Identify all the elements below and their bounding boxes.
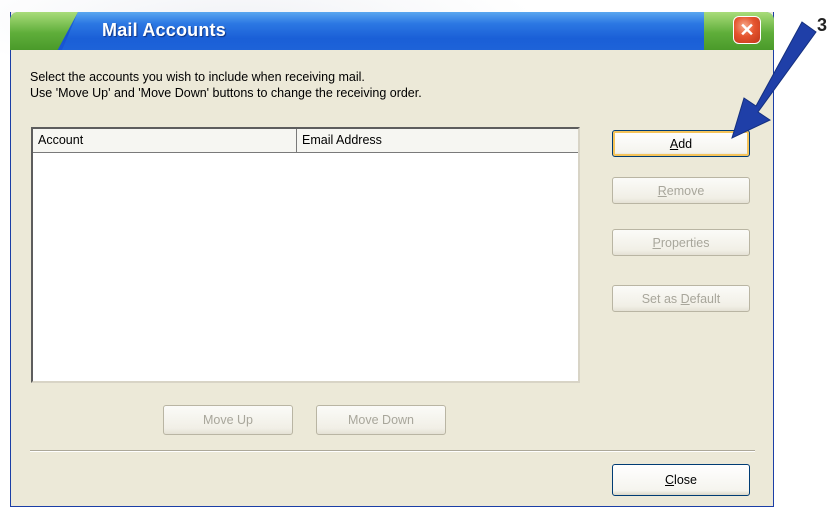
accounts-list-header: Account Email Address xyxy=(33,129,578,153)
remove-button-label-rest: emove xyxy=(666,183,705,198)
title-bar[interactable]: Mail Accounts xyxy=(10,12,774,50)
set-as-default-button[interactable]: Set as Default xyxy=(612,285,750,312)
properties-button[interactable]: Properties xyxy=(612,229,750,256)
close-button[interactable]: Close xyxy=(612,464,750,496)
move-down-button[interactable]: Move Down xyxy=(316,405,446,435)
window-title: Mail Accounts xyxy=(102,20,226,40)
add-button-mnemonic: A xyxy=(669,136,679,151)
move-up-button[interactable]: Move Up xyxy=(163,405,293,435)
column-header-email-address[interactable]: Email Address xyxy=(297,129,578,153)
close-button-label-rest: lose xyxy=(674,473,697,487)
dialog-separator xyxy=(30,450,755,452)
set-default-button-label-rest: efault xyxy=(689,291,721,306)
column-header-account[interactable]: Account xyxy=(33,129,297,153)
properties-button-mnemonic: P xyxy=(652,235,661,250)
screenshot-stage: Mail Accounts ✕ Select the accounts you … xyxy=(0,0,833,511)
close-button-mnemonic: C xyxy=(665,473,675,487)
instructions-line-1: Select the accounts you wish to include … xyxy=(30,70,365,84)
set-default-button-mnemonic: D xyxy=(680,291,690,306)
accounts-list[interactable]: Account Email Address xyxy=(31,127,580,383)
instructions-line-2: Use 'Move Up' and 'Move Down' buttons to… xyxy=(30,86,422,100)
add-button-label-rest: dd xyxy=(678,136,693,151)
remove-button[interactable]: Remove xyxy=(612,177,750,204)
properties-button-label-rest: roperties xyxy=(660,235,710,250)
instructions-text: Select the accounts you wish to include … xyxy=(30,69,422,101)
set-default-button-prefix: Set as xyxy=(641,291,681,306)
move-down-button-label: Move Down xyxy=(348,413,414,427)
step-number-label: 3 xyxy=(817,15,828,35)
callout-arrow-icon xyxy=(731,21,817,139)
remove-button-mnemonic: R xyxy=(657,183,667,198)
move-up-button-label: Move Up xyxy=(202,413,254,427)
